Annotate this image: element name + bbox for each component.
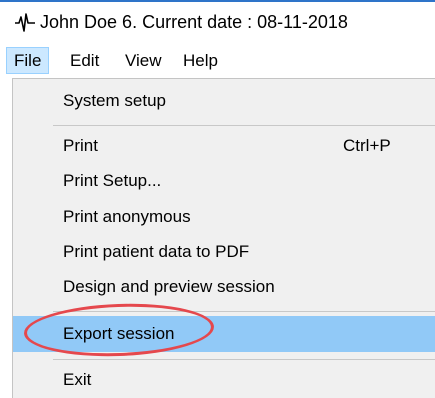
ecg-waveform-icon <box>15 13 35 32</box>
menu-view[interactable]: View <box>118 47 169 74</box>
menu-item-print-setup[interactable]: Print Setup... <box>13 163 435 199</box>
file-dropdown-menu: System setup Print Ctrl+P Print Setup...… <box>12 78 435 398</box>
window-title: John Doe 6. Current date : 08-11-2018 <box>40 12 348 32</box>
menu-edit[interactable]: Edit <box>63 47 106 74</box>
menu-item-label: Print <box>63 136 98 155</box>
menu-item-print-anonymous[interactable]: Print anonymous <box>13 199 435 235</box>
menu-item-label: Print Setup... <box>63 171 162 190</box>
menu-item-print[interactable]: Print Ctrl+P <box>13 128 435 164</box>
menu-separator <box>53 311 435 312</box>
title-bar: John Doe 6. Current date : 08-11-2018 <box>0 0 435 44</box>
menu-item-exit[interactable]: Exit <box>13 362 435 398</box>
menu-item-design-preview-session[interactable]: Design and preview session <box>13 269 435 305</box>
menu-item-label: Print anonymous <box>63 207 191 226</box>
menu-item-shortcut: Ctrl+P <box>343 136 391 155</box>
menu-item-label: Export session <box>63 324 175 343</box>
menu-file[interactable]: File <box>6 47 50 74</box>
menu-item-label: Design and preview session <box>63 277 275 296</box>
menu-item-label: Exit <box>63 370 92 389</box>
menu-item-label: Print patient data to PDF <box>63 242 250 261</box>
menu-item-export-session[interactable]: Export session <box>13 316 435 352</box>
menu-item-label: System setup <box>63 91 166 110</box>
menu-separator <box>53 125 435 126</box>
menu-item-print-patient-data-pdf[interactable]: Print patient data to PDF <box>13 234 435 270</box>
menu-item-system-setup[interactable]: System setup <box>13 83 435 119</box>
menu-help[interactable]: Help <box>176 47 225 74</box>
menu-separator <box>53 359 435 360</box>
menu-bar: File Edit View Help <box>0 44 435 77</box>
